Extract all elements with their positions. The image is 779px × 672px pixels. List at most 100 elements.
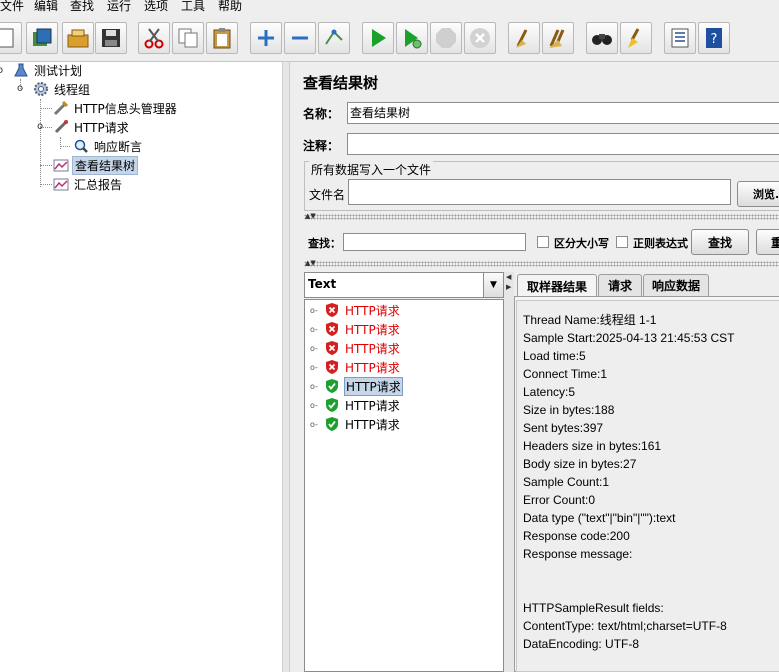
collapse-right-icon[interactable]: ▶ [506, 284, 511, 291]
sampler-line: Body size in bytes:27 [523, 457, 637, 471]
tree-handle-http-request[interactable]: o [37, 121, 43, 132]
start-no-pause-button[interactable] [396, 22, 428, 54]
sampler-line: DataEncoding: UTF-8 [523, 637, 640, 651]
success-shield-icon [326, 398, 338, 412]
tree-item-summary-report[interactable]: 汇总报告 [52, 175, 124, 193]
function-helper-button[interactable] [664, 22, 696, 54]
divider [304, 214, 779, 220]
test-plan-icon [12, 61, 30, 79]
error-shield-icon [326, 322, 338, 336]
collapse-up-icon[interactable]: ▲▼ [305, 260, 316, 267]
result-item[interactable]: o- HTTP请求 [310, 339, 401, 357]
result-item[interactable]: o- HTTP请求 [310, 320, 401, 338]
paste-icon [213, 28, 231, 49]
comment-field[interactable] [347, 133, 779, 155]
start-icon [372, 29, 386, 47]
error-shield-icon [326, 303, 338, 317]
listener-icon [52, 156, 70, 174]
clear-all-button[interactable] [542, 22, 574, 54]
filename-label: 文件名 [309, 188, 346, 202]
sampler-line: Error Count:0 [523, 493, 596, 507]
tree-item-test-plan[interactable]: 测试计划 [12, 61, 84, 79]
search-input[interactable] [343, 233, 526, 251]
open-button[interactable] [62, 22, 94, 54]
new-button[interactable] [0, 22, 22, 54]
expand-button[interactable] [250, 22, 282, 54]
sampler-line: Load time:5 [523, 349, 586, 363]
stop-button[interactable] [430, 22, 462, 54]
sampler-line: Response message: [523, 547, 633, 561]
find-button[interactable]: 查找 [691, 229, 749, 255]
shutdown-icon [470, 28, 490, 48]
reset-search-icon [628, 28, 640, 48]
collapse-left-icon[interactable]: ◀ [506, 274, 511, 281]
page-title: 查看结果树 [303, 74, 379, 92]
menu-run[interactable]: 运行 [107, 0, 131, 14]
listener-icon [52, 175, 70, 193]
browse-button[interactable]: 浏览... [737, 181, 779, 207]
menu-tools[interactable]: 工具 [181, 0, 205, 14]
sampler-line: Data type ("text"|"bin"|""):text [523, 511, 676, 525]
success-shield-icon [326, 379, 338, 393]
help-button[interactable]: ? [698, 22, 730, 54]
name-label: 名称： [303, 107, 340, 121]
new-icon [0, 28, 14, 48]
result-splitter[interactable]: ◀ ▶ [504, 272, 514, 672]
cut-icon [144, 28, 164, 49]
test-plan-tree: o o o 测试计划 线程组 HTTP信息头管理器 HTTP请求 响应断言 查看… [0, 62, 282, 672]
tree-handle-test-plan[interactable]: o [0, 65, 3, 76]
tree-handle-thread-group[interactable]: o [17, 83, 23, 94]
chevron-down-icon[interactable]: ▼ [483, 273, 503, 297]
menu-edit[interactable]: 编辑 [34, 0, 58, 14]
result-item[interactable]: o- HTTP请求 [310, 358, 401, 376]
shutdown-button[interactable] [464, 22, 496, 54]
menu-options[interactable]: 选项 [144, 0, 168, 14]
result-item[interactable]: o- HTTP请求 [310, 376, 403, 396]
open-icon [67, 29, 89, 48]
sampler-line: Size in bytes:188 [523, 403, 615, 417]
reset-search-button[interactable] [620, 22, 652, 54]
sampler-result-text: Thread Name:线程组 1-1 Sample Start:2025-04… [516, 300, 779, 672]
name-field[interactable]: 查看结果树 [347, 102, 779, 124]
regex-label: 正则表达式 [633, 237, 688, 250]
paste-button[interactable] [206, 22, 238, 54]
filename-field[interactable] [348, 179, 731, 205]
collapse-up-icon[interactable]: ▲▼ [305, 213, 316, 220]
copy-button[interactable] [172, 22, 204, 54]
search-button[interactable] [586, 22, 618, 54]
clear-icon [516, 29, 528, 48]
divider [304, 261, 779, 267]
templates-button[interactable] [26, 22, 58, 54]
tab-request[interactable]: 请求 [598, 274, 642, 296]
copy-icon [178, 28, 198, 48]
regex-checkbox[interactable] [616, 236, 628, 248]
success-shield-icon [326, 417, 338, 431]
menu-help[interactable]: 帮助 [218, 0, 242, 14]
tab-sampler-result[interactable]: 取样器结果 [517, 274, 597, 297]
collapse-icon [292, 36, 308, 40]
main-splitter[interactable] [282, 62, 290, 672]
save-button[interactable] [95, 22, 127, 54]
tree-item-response-assertion[interactable]: 响应断言 [72, 137, 144, 155]
help-icon: ? [706, 28, 722, 48]
reset-button[interactable]: 重 [756, 229, 779, 255]
result-item[interactable]: o- HTTP请求 [310, 396, 401, 414]
start-button[interactable] [362, 22, 394, 54]
menu-file[interactable]: 文件 [0, 0, 24, 14]
result-item[interactable]: o- HTTP请求 [310, 301, 401, 319]
clear-button[interactable] [508, 22, 540, 54]
result-item[interactable]: o- HTTP请求 [310, 415, 401, 433]
case-sensitive-checkbox[interactable] [537, 236, 549, 248]
menu-search[interactable]: 查找 [70, 0, 94, 14]
tree-item-thread-group[interactable]: 线程组 [32, 80, 92, 98]
tree-item-header-manager[interactable]: HTTP信息头管理器 [52, 99, 179, 117]
tree-item-http-request[interactable]: HTTP请求 [52, 118, 131, 136]
function-helper-icon [671, 28, 689, 48]
tab-response-data[interactable]: 响应数据 [643, 274, 709, 296]
toggle-button[interactable] [318, 22, 350, 54]
tree-item-view-results-tree[interactable]: 查看结果树 [52, 155, 139, 175]
renderer-select[interactable]: Text ▼ [304, 272, 504, 298]
sampler-line: Headers size in bytes:161 [523, 439, 662, 453]
cut-button[interactable] [138, 22, 170, 54]
collapse-button[interactable] [284, 22, 316, 54]
